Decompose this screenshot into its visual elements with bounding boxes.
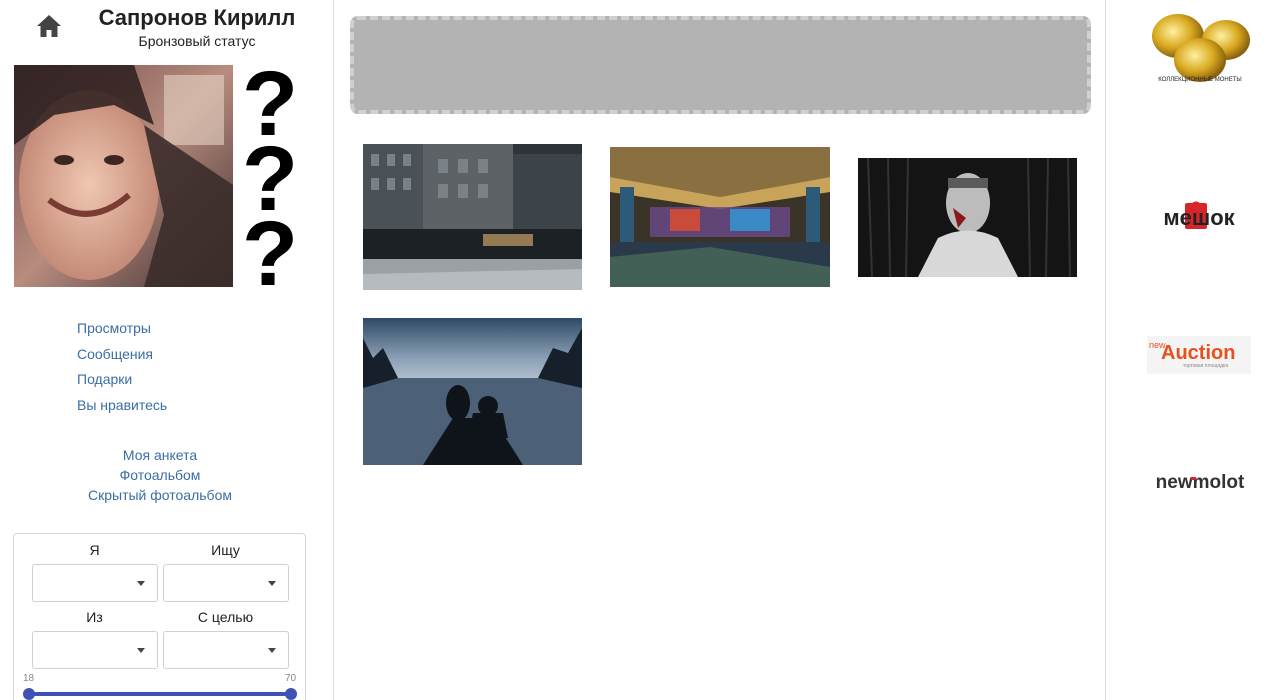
photo-lake-boat[interactable] [363, 318, 582, 465]
filter-i-select[interactable] [32, 564, 158, 602]
age-range-slider[interactable] [29, 692, 291, 696]
nav-gifts[interactable]: Подарки [77, 369, 167, 395]
partner-logo-newauction[interactable]: new Auction торговая площадка [1147, 336, 1251, 374]
age-min-label: 18 [23, 673, 35, 684]
partner-logo-newmolot[interactable]: newmolot [1150, 468, 1250, 496]
caret-down-icon [268, 581, 276, 586]
caret-down-icon [137, 648, 145, 653]
nav-hidden-album[interactable]: Скрытый фотоальбом [60, 485, 260, 505]
filter-label-purpose: С целью [197, 609, 254, 625]
primary-nav: Просмотры Сообщения Подарки Вы нравитесь [77, 318, 167, 420]
photo-dark-figure[interactable] [858, 158, 1077, 277]
age-max-label: 70 [285, 673, 297, 684]
partner-logo-coins[interactable]: КОЛЛЕКЦИОННЫЕ МОНЕТЫ [1148, 8, 1252, 92]
photo-city-street[interactable] [363, 144, 582, 290]
photo-graffiti-underpass[interactable] [610, 147, 830, 287]
question-marks-icon: ? ? ? [240, 53, 300, 305]
auction-sub-text: торговая площадка [1183, 363, 1228, 369]
coins-logo-text: КОЛЛЕКЦИОННЫЕ МОНЕТЫ [1158, 77, 1241, 83]
svg-text:?: ? [242, 203, 298, 292]
caret-down-icon [137, 581, 145, 586]
filter-label-from: Из [86, 609, 103, 625]
secondary-nav: Моя анкета Фотоальбом Скрытый фотоальбом [60, 445, 260, 505]
filter-label-seek: Ищу [211, 542, 240, 558]
caret-down-icon [268, 648, 276, 653]
filter-purpose-select[interactable] [163, 631, 289, 669]
age-min-handle[interactable] [23, 688, 35, 700]
nav-views[interactable]: Просмотры [77, 318, 167, 344]
filter-label-i: Я [89, 542, 100, 558]
profile-name: Сапронов Кирилл [98, 5, 296, 30]
ad-banner-placeholder[interactable] [350, 16, 1091, 114]
right-divider [1105, 0, 1106, 700]
meshok-logo-text: мешок [1163, 205, 1235, 230]
auction-logo-text: Auction [1161, 342, 1235, 364]
avatar[interactable] [14, 65, 233, 287]
molot-logo-text: newmolot [1156, 472, 1245, 493]
nav-likes[interactable]: Вы нравитесь [77, 395, 167, 421]
age-max-handle[interactable] [285, 688, 297, 700]
profile-status: Бронзовый статус [138, 33, 256, 49]
nav-my-profile[interactable]: Моя анкета [60, 445, 260, 465]
nav-messages[interactable]: Сообщения [77, 344, 167, 370]
nav-photo-album[interactable]: Фотоальбом [60, 465, 260, 485]
home-icon[interactable] [36, 14, 62, 38]
partner-logo-meshok[interactable]: мешок [1149, 198, 1249, 234]
filter-seek-select[interactable] [163, 564, 289, 602]
filter-from-select[interactable] [32, 631, 158, 669]
